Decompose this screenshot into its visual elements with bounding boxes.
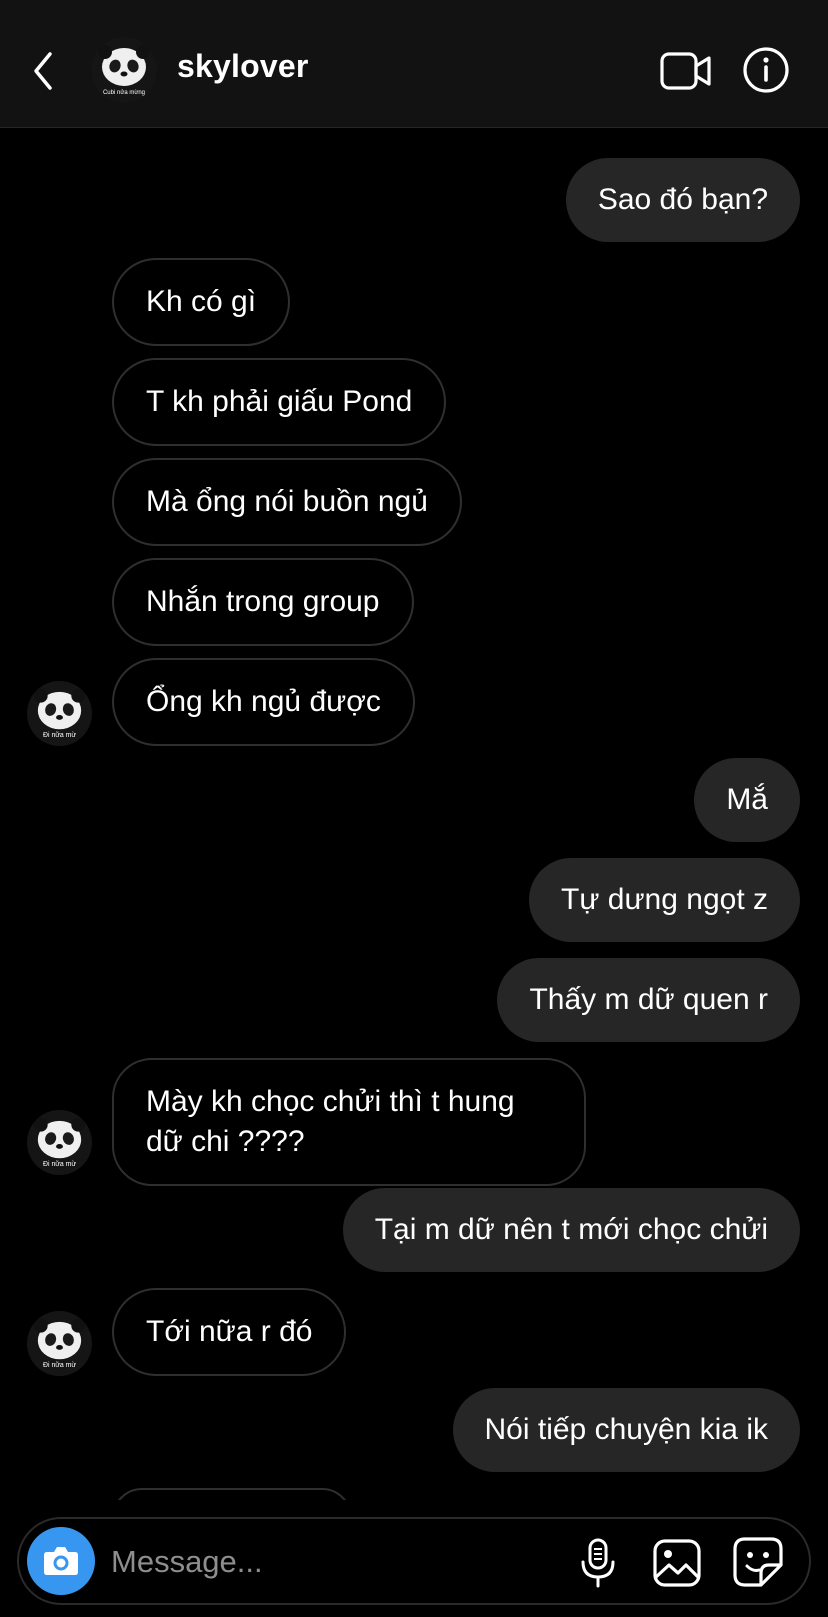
incoming-message[interactable]: Mà ổng nói buồn ngủ — [112, 458, 462, 546]
incoming-message[interactable]: Tới nữa r đó — [112, 1288, 347, 1376]
avatar-label: Đi nữa mừ — [43, 1362, 76, 1369]
sender-avatar[interactable]: Đi nữa mừ — [27, 681, 92, 746]
sticker-button[interactable] — [731, 1535, 785, 1589]
camera-icon — [44, 1547, 78, 1575]
video-call-button[interactable] — [660, 50, 712, 92]
outgoing-message[interactable]: Tại m dữ nên t mới chọc chửi — [342, 1188, 800, 1272]
panda-avatar-image: Đi nữa mừ — [27, 1311, 92, 1376]
video-camera-icon — [660, 52, 711, 90]
incoming-message[interactable]: Nhắn trong group — [112, 558, 414, 646]
outgoing-message[interactable]: Tự dưng ngọt z — [529, 858, 800, 942]
incoming-message[interactable]: Mày kh chọc chửi thì t hung dữ chi ???? — [112, 1058, 586, 1186]
incoming-message-partial[interactable] — [112, 1488, 352, 1500]
camera-button[interactable] — [27, 1527, 95, 1595]
outgoing-message[interactable]: Nói tiếp chuyện kia ik — [452, 1388, 800, 1472]
panda-avatar-image: Đi nữa mừ — [27, 1110, 92, 1175]
info-icon — [743, 47, 789, 93]
gallery-button[interactable] — [651, 1537, 703, 1589]
outgoing-message[interactable]: Sao đó bạn? — [565, 158, 800, 242]
message-input[interactable] — [111, 1537, 491, 1587]
outgoing-message[interactable]: Thấy m dữ quen r — [497, 958, 800, 1042]
voice-message-button[interactable] — [575, 1537, 621, 1589]
sender-avatar[interactable]: Đi nữa mừ — [27, 1311, 92, 1376]
back-button[interactable] — [26, 46, 62, 96]
chat-header: Cubi nửa mừng skylover — [0, 0, 828, 128]
incoming-message[interactable]: Kh có gì — [112, 258, 291, 346]
chevron-left-icon — [34, 52, 52, 90]
message-thread[interactable]: Sao đó bạn? Kh có gì T kh phải giấu Pond… — [0, 128, 828, 1500]
username[interactable]: skylover — [177, 48, 308, 85]
sender-avatar[interactable]: Đi nữa mừ — [27, 1110, 92, 1175]
avatar-label: Đi nữa mừ — [43, 1161, 76, 1168]
message-composer — [17, 1517, 811, 1605]
incoming-message[interactable]: Ổng kh ngủ được — [112, 658, 415, 746]
incoming-message[interactable]: T kh phải giấu Pond — [112, 358, 447, 446]
avatar[interactable]: Cubi nửa mừng — [91, 37, 157, 103]
avatar-label: Đi nữa mừ — [43, 732, 76, 739]
sticker-icon — [733, 1537, 783, 1587]
gallery-icon — [653, 1539, 701, 1587]
info-button[interactable] — [742, 46, 790, 94]
dm-screen: Cubi nửa mừng skylover Sao đó bạn? Kh có… — [0, 0, 828, 1617]
panda-avatar-image: Đi nữa mừ — [27, 681, 92, 746]
panda-avatar-image: Cubi nửa mừng — [91, 37, 157, 103]
avatar-caption: Cubi nửa mừng — [103, 89, 145, 96]
outgoing-message[interactable]: Mắ — [694, 758, 800, 842]
microphone-icon — [581, 1538, 615, 1588]
